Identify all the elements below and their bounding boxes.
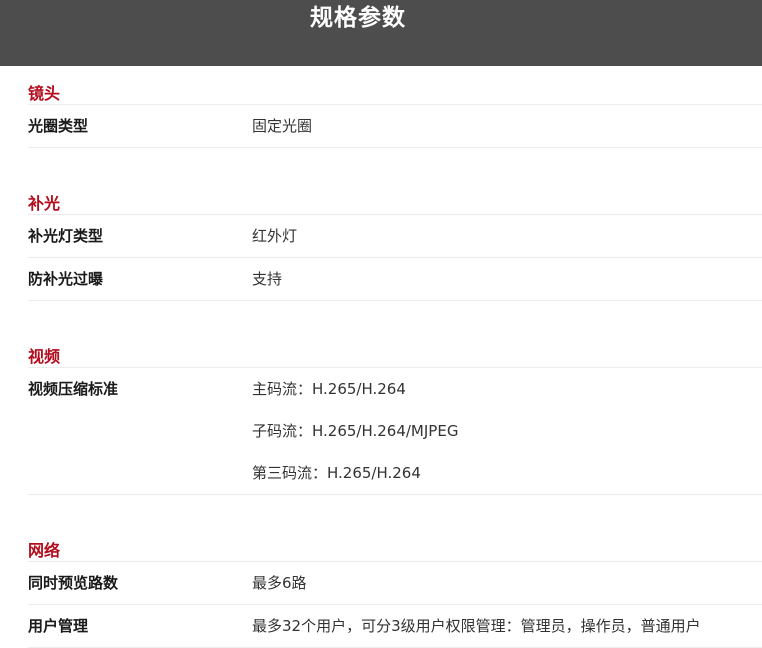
spec-value: 最多6路	[252, 574, 307, 592]
spec-values: 红外灯	[252, 227, 762, 245]
section-title-lens: 镜头	[28, 66, 762, 105]
section-network: 网络 同时预览路数 最多6路 用户管理 最多32个用户，可分3级用户权限管理：管…	[28, 523, 762, 648]
spec-row-fill-light-type: 补光灯类型 红外灯	[28, 215, 762, 258]
spec-value: 固定光圈	[252, 117, 313, 135]
spec-row-user-management: 用户管理 最多32个用户，可分3级用户权限管理：管理员，操作员，普通用户	[28, 605, 762, 648]
spec-values: 主码流：H.265/H.264 子码流：H.265/H.264/MJPEG 第三…	[252, 380, 762, 482]
spec-value-third-stream: 第三码流：H.265/H.264	[252, 464, 421, 482]
spec-row-aperture-type: 光圈类型 固定光圈	[28, 105, 762, 148]
spec-values: 支持	[252, 270, 762, 288]
spec-values: 固定光圈	[252, 117, 762, 135]
spec-value: 红外灯	[252, 227, 298, 245]
section-title-video: 视频	[28, 329, 762, 368]
spec-label: 补光灯类型	[28, 227, 104, 245]
spec-row-video-compression: 视频压缩标准 主码流：H.265/H.264 子码流：H.265/H.264/M…	[28, 368, 762, 495]
spec-values: 最多32个用户，可分3级用户权限管理：管理员，操作员，普通用户	[252, 617, 762, 635]
spec-row-anti-overexposure: 防补光过曝 支持	[28, 258, 762, 301]
spec-label: 视频压缩标准	[28, 380, 119, 398]
spec-table: 镜头 光圈类型 固定光圈 补光 补光灯类型 红外灯 防补光过曝 支持 视频 视频…	[28, 66, 762, 648]
spec-value-sub-stream: 子码流：H.265/H.264/MJPEG	[252, 422, 459, 440]
spec-label: 用户管理	[28, 617, 89, 635]
section-lens: 镜头 光圈类型 固定光圈	[28, 66, 762, 148]
spec-label: 防补光过曝	[28, 270, 104, 288]
spec-value-main-stream: 主码流：H.265/H.264	[252, 380, 406, 398]
spec-label: 同时预览路数	[28, 574, 119, 592]
section-video: 视频 视频压缩标准 主码流：H.265/H.264 子码流：H.265/H.26…	[28, 329, 762, 495]
section-fill-light: 补光 补光灯类型 红外灯 防补光过曝 支持	[28, 176, 762, 301]
section-title-fill-light: 补光	[28, 176, 762, 215]
page-title: 规格参数	[310, 5, 406, 31]
section-title-network: 网络	[28, 523, 762, 562]
spec-values: 最多6路	[252, 574, 762, 592]
spec-value: 最多32个用户，可分3级用户权限管理：管理员，操作员，普通用户	[252, 617, 701, 635]
spec-row-simultaneous-preview: 同时预览路数 最多6路	[28, 562, 762, 605]
spec-value: 支持	[252, 270, 283, 288]
page-header: 规格参数	[0, 0, 762, 66]
spec-label: 光圈类型	[28, 117, 89, 135]
